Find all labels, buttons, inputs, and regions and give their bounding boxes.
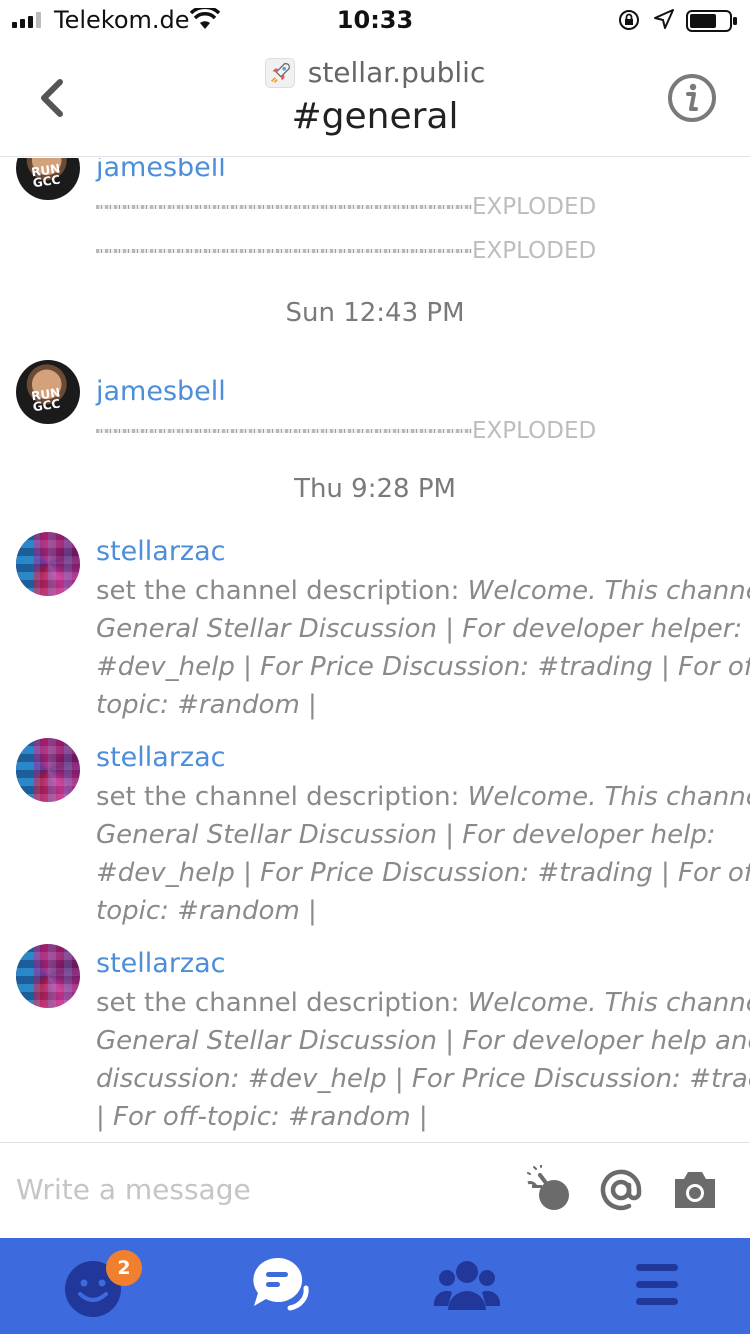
group-icon[interactable] bbox=[434, 1252, 500, 1318]
exploding-bomb-icon[interactable] bbox=[526, 1165, 576, 1215]
mention-icon[interactable] bbox=[596, 1165, 646, 1215]
exploded-message: EXPLODED bbox=[96, 192, 616, 222]
channel-title: #general bbox=[291, 96, 459, 137]
system-message-prefix: set the channel description: bbox=[96, 782, 468, 812]
avatar-shirt-text: RUN GCC bbox=[30, 385, 62, 415]
message-input[interactable]: Write a message bbox=[16, 1173, 251, 1206]
unread-badge: 2 bbox=[106, 1250, 142, 1286]
conversation-header: stellar.public #general bbox=[0, 42, 750, 157]
exploded-message: EXPLODED bbox=[96, 416, 616, 446]
team-row[interactable]: stellar.public bbox=[0, 56, 750, 89]
rotation-lock-icon bbox=[619, 10, 639, 30]
avatar[interactable] bbox=[16, 738, 80, 802]
info-icon[interactable] bbox=[666, 72, 718, 124]
exploded-label: EXPLODED bbox=[472, 418, 597, 444]
message-composer: Write a message bbox=[0, 1142, 750, 1238]
chat-bubbles-icon[interactable] bbox=[248, 1252, 314, 1318]
avatar-shirt-text: RUN GCC bbox=[30, 161, 62, 191]
system-message: set the channel description: Welcome. Th… bbox=[96, 572, 750, 724]
username[interactable]: stellarzac bbox=[96, 742, 225, 773]
avatar[interactable] bbox=[16, 532, 80, 596]
camera-icon[interactable] bbox=[670, 1165, 720, 1215]
username[interactable]: jamesbell bbox=[96, 158, 226, 183]
message-list[interactable]: RUN GCC jamesbell EXPLODED EXPLODED Sun … bbox=[0, 158, 750, 1142]
hamburger-icon[interactable] bbox=[624, 1252, 690, 1318]
system-message: set the channel description: Welcome. Th… bbox=[96, 778, 750, 930]
username[interactable]: stellarzac bbox=[96, 948, 225, 979]
exploded-label: EXPLODED bbox=[472, 238, 597, 264]
rocket-team-logo-icon bbox=[264, 57, 295, 88]
status-bar: Telekom.de 10:33 bbox=[0, 0, 750, 42]
date-divider: Sun 12:43 PM bbox=[285, 298, 465, 328]
date-divider: Thu 9:28 PM bbox=[294, 474, 456, 504]
battery-icon bbox=[686, 10, 737, 32]
system-message-prefix: set the channel description: bbox=[96, 576, 468, 606]
location-icon bbox=[654, 9, 674, 29]
team-name: stellar.public bbox=[307, 56, 486, 89]
system-message: set the channel description: Welcome. Th… bbox=[96, 984, 750, 1136]
system-message-prefix: set the channel description: bbox=[96, 988, 468, 1018]
exploded-noise bbox=[96, 249, 472, 253]
avatar[interactable] bbox=[16, 944, 80, 1008]
avatar[interactable]: RUN GCC bbox=[16, 360, 80, 424]
username[interactable]: jamesbell bbox=[96, 376, 226, 407]
avatar[interactable]: RUN GCC bbox=[16, 158, 80, 200]
exploded-message: EXPLODED bbox=[96, 236, 616, 266]
exploded-label: EXPLODED bbox=[472, 194, 597, 220]
exploded-noise bbox=[96, 205, 472, 209]
exploded-noise bbox=[96, 429, 472, 433]
username[interactable]: stellarzac bbox=[96, 536, 225, 567]
